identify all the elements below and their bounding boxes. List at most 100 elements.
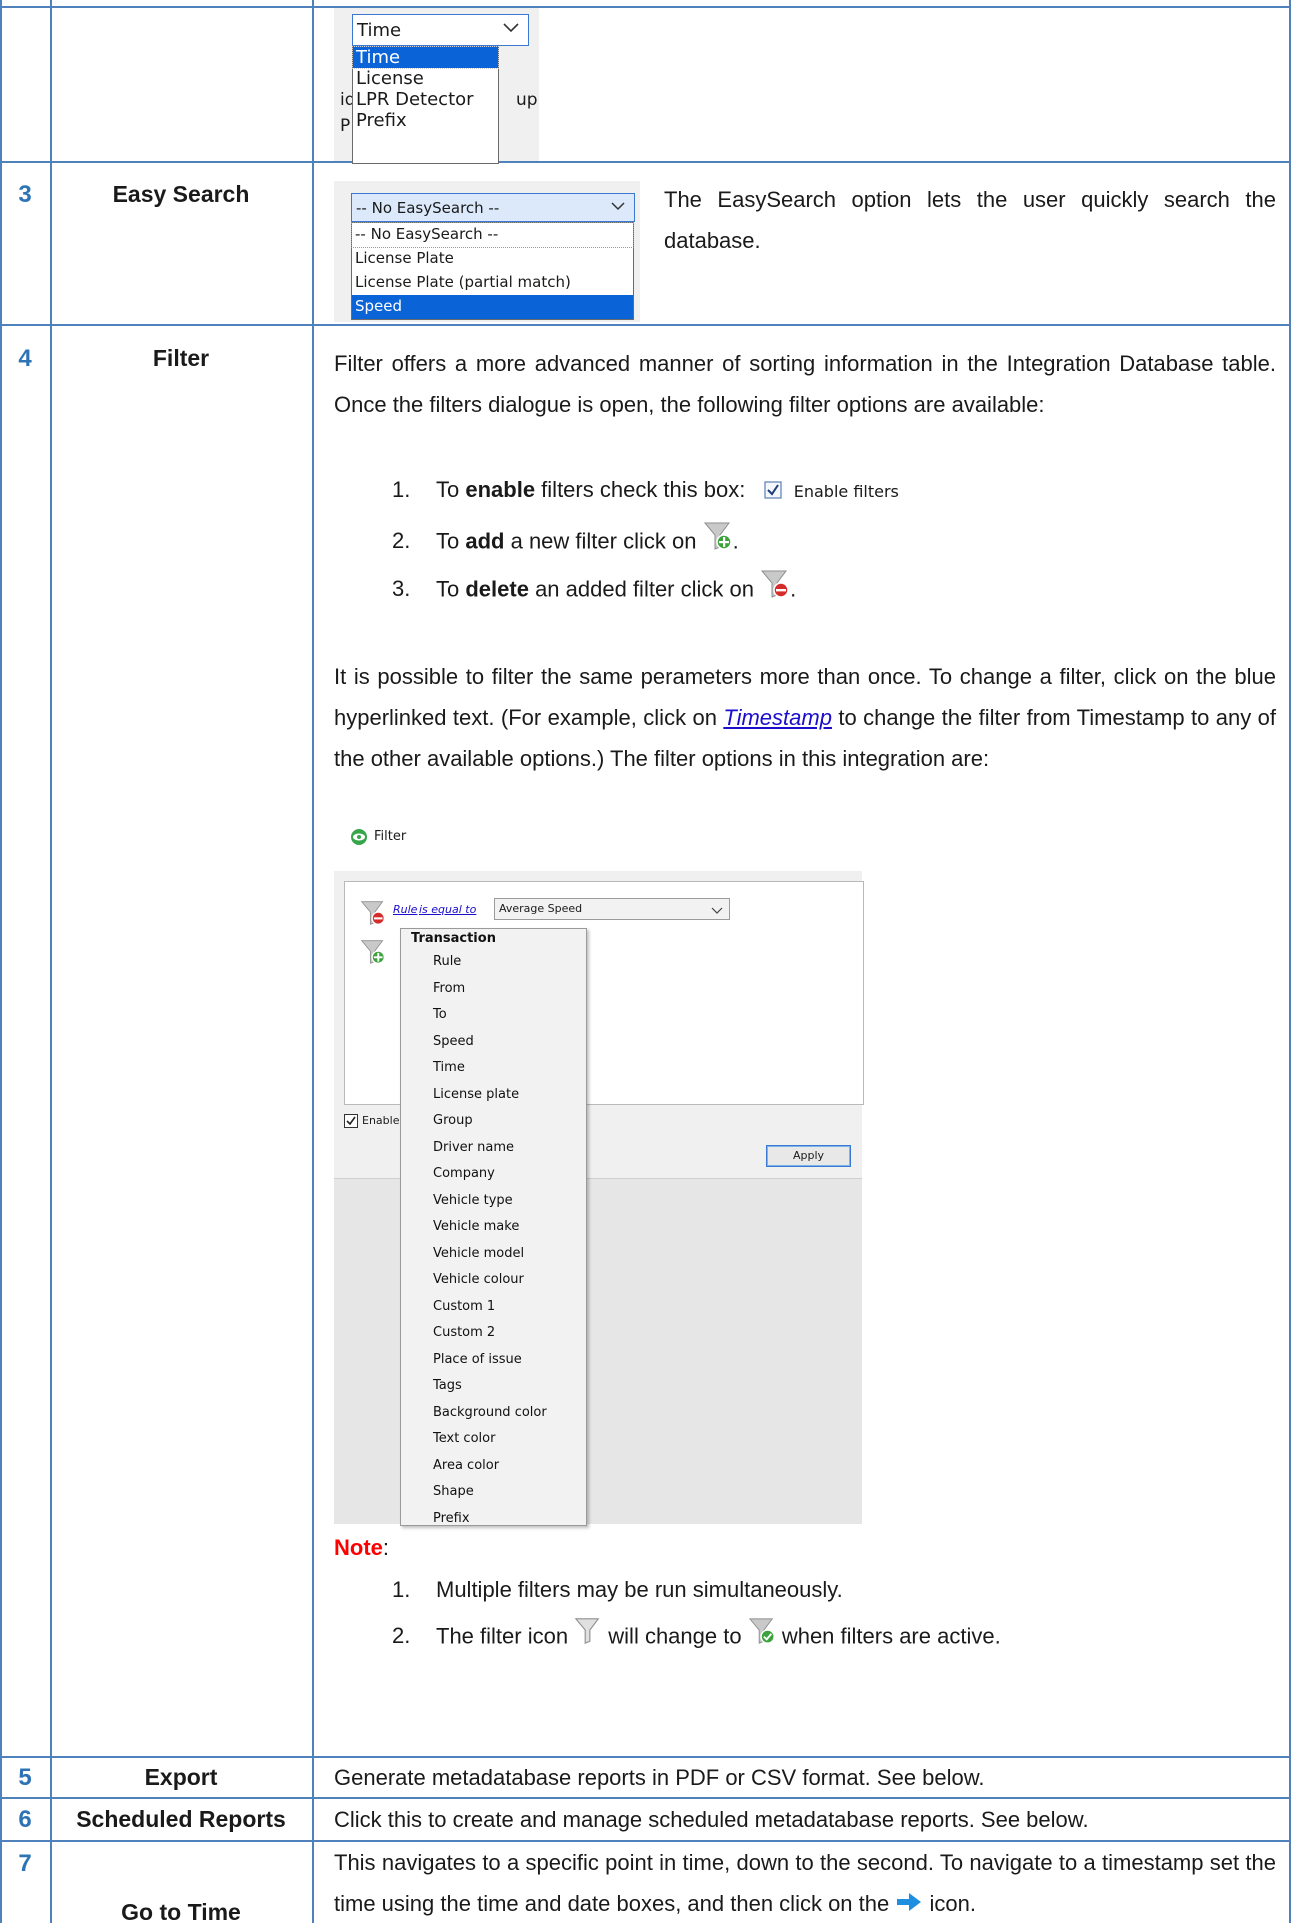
filter-icon [574, 1616, 602, 1659]
step-post: an added filter click on [528, 576, 761, 602]
timestamp-link[interactable]: Timestamp [723, 705, 832, 730]
menu-item[interactable]: Place of issue [401, 1347, 586, 1374]
filter-step: 3. To delete an added filter click on . [392, 568, 796, 608]
step-number: 3. [392, 576, 411, 602]
chevron-down-icon [610, 199, 626, 218]
note-item: 1. Multiple filters may be run simultaneo… [392, 1570, 843, 1610]
menu-item[interactable]: Vehicle make [401, 1214, 586, 1241]
filter-eye-icon [350, 828, 368, 851]
menu-header: Transaction [411, 931, 496, 946]
note-item: 2. The filter icon will change to when fi… [392, 1616, 1001, 1659]
time-option-lpr-detector[interactable]: LPR Detector [353, 89, 498, 110]
note-colon: : [382, 1535, 390, 1560]
partial-text-p: P [340, 116, 351, 136]
menu-item[interactable]: To [401, 1002, 586, 1029]
easysearch-option-none[interactable]: -- No EasySearch -- [351, 222, 634, 248]
step-bold: delete [465, 576, 529, 602]
easysearch-select[interactable]: -- No EasySearch -- [351, 193, 635, 222]
menu-item[interactable]: Group [401, 1108, 586, 1135]
time-option-prefix[interactable]: Prefix [353, 110, 498, 131]
menu-item[interactable]: Tags [401, 1373, 586, 1400]
filter-value-select[interactable]: Average Speed [494, 898, 730, 920]
filter-intro: Filter offers a more advanced manner of … [334, 351, 1276, 417]
partial-text-up: up [516, 90, 538, 110]
filter-dialog-body: Rule is equal to Average Speed Enable Ap… [334, 871, 864, 1526]
menu-item[interactable]: Speed [401, 1029, 586, 1056]
note-number: 2. [392, 1623, 411, 1649]
menu-item[interactable]: Time [401, 1055, 586, 1082]
note-label: Note [334, 1535, 383, 1560]
step-post: filters check this box: [535, 477, 752, 502]
operator-link[interactable]: is equal to [419, 903, 476, 916]
add-filter-icon[interactable] [360, 938, 386, 971]
step-bold: enable [465, 477, 536, 502]
row-number: 3 [18, 181, 32, 208]
menu-item[interactable]: Vehicle type [401, 1188, 586, 1215]
note-heading: Note: [334, 1528, 389, 1568]
feature-name: Filter [152, 345, 210, 371]
active-filter-icon [748, 1616, 776, 1659]
menu-item[interactable]: License plate [401, 1082, 586, 1109]
filter-paragraph: It is possible to filter the same perame… [334, 656, 1276, 779]
menu-item[interactable]: Prefix [401, 1506, 586, 1533]
filter-dialog-title: Filter [374, 829, 407, 844]
easysearch-screenshot: -- No EasySearch -- -- No EasySearch -- … [334, 181, 640, 322]
step-pre: To [436, 477, 466, 502]
menu-item[interactable]: Rule [401, 949, 586, 976]
step-number: 1. [392, 477, 411, 502]
rule-link[interactable]: Rule [393, 903, 417, 916]
checkbox-checked-icon [764, 472, 782, 512]
menu-item[interactable]: Custom 1 [401, 1294, 586, 1321]
easysearch-option-license-plate-partial[interactable]: License Plate (partial match) [352, 271, 633, 295]
arrow-right-icon[interactable] [895, 1885, 923, 1926]
feature-name: Easy Search [112, 181, 250, 207]
note-text: Multiple filters may be run simultaneous… [436, 1577, 843, 1602]
menu-item[interactable]: Driver name [401, 1135, 586, 1162]
step-post: a new filter click on [504, 528, 703, 554]
menu-item[interactable]: Vehicle colour [401, 1267, 586, 1294]
row-number: 7 [18, 1850, 32, 1877]
row-number: 6 [18, 1806, 32, 1833]
go-to-time-text: This navigates to a specific point in ti… [334, 1850, 1276, 1916]
enable-label: Enable [362, 1114, 400, 1127]
menu-item[interactable]: Shape [401, 1479, 586, 1506]
menu-item[interactable]: Area color [401, 1453, 586, 1480]
menu-item[interactable]: Custom 2 [401, 1320, 586, 1347]
filter-step: 2. To add a new filter click on . [392, 520, 739, 560]
time-option-license[interactable]: License [353, 68, 498, 89]
menu-item[interactable]: Vehicle model [401, 1241, 586, 1268]
menu-item[interactable]: Company [401, 1161, 586, 1188]
go-to-time-description: This navigates to a specific point in ti… [334, 1842, 1276, 1926]
add-filter-icon[interactable] [703, 520, 733, 565]
chevron-down-icon [711, 903, 723, 921]
easysearch-description: The EasySearch option lets the user quic… [664, 187, 1276, 253]
apply-button-label: Apply [792, 1149, 825, 1162]
menu-item[interactable]: Text color [401, 1426, 586, 1453]
filter-field-menu: Transaction Rule From To Speed Time License p… [400, 928, 587, 1526]
enable-filters-checkbox[interactable]: Enable filters [764, 471, 899, 512]
menu-item[interactable]: From [401, 976, 586, 1003]
easysearch-select-value: -- No EasySearch -- [356, 199, 500, 217]
easysearch-option-license-plate[interactable]: License Plate [352, 247, 633, 271]
time-dropdown-screenshot: id up P Time Time License LPR Detector P… [334, 8, 539, 164]
delete-filter-icon[interactable] [360, 899, 386, 932]
step-number: 2. [392, 528, 411, 554]
filter-dialog-titlebar: Filter [334, 822, 862, 852]
time-option-time[interactable]: Time [352, 46, 499, 69]
filter-value: Average Speed [499, 902, 583, 915]
menu-item[interactable]: Background color [401, 1400, 586, 1427]
apply-button[interactable]: Apply [766, 1145, 851, 1167]
note-pre: The filter icon [436, 1623, 575, 1649]
row-number: 4 [18, 345, 32, 372]
filter-dialog-screenshot: Filter Rule is equal to Average Speed En… [334, 822, 864, 1526]
scheduled-reports-description: Click this to create and manage schedule… [334, 1807, 1089, 1832]
menu-items: Rule From To Speed Time License plate Group Dri… [401, 949, 586, 1532]
delete-filter-icon[interactable] [760, 568, 790, 613]
time-select[interactable]: Time [352, 14, 529, 46]
easysearch-option-speed[interactable]: Speed [352, 295, 633, 319]
step-pre: To [436, 528, 466, 554]
feature-name: Go to Time [121, 1899, 241, 1925]
enable-checkbox[interactable] [344, 1114, 358, 1133]
step-bold: add [465, 528, 505, 554]
time-select-value: Time [357, 20, 402, 41]
